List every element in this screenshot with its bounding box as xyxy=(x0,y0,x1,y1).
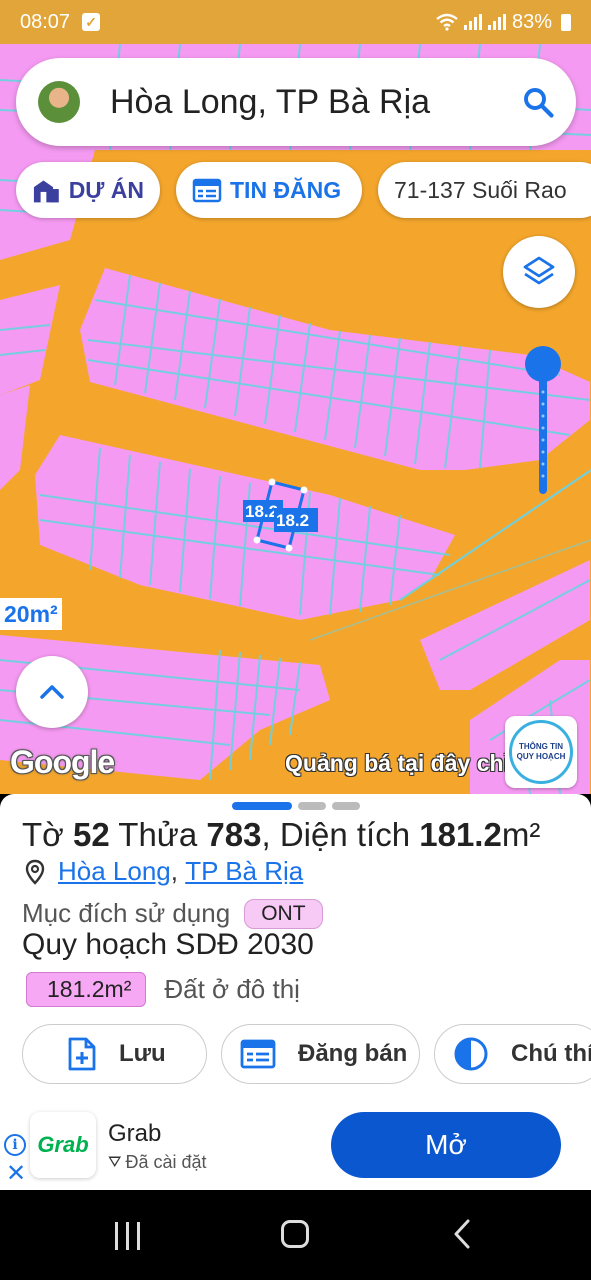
grab-logo[interactable]: Grab xyxy=(30,1112,96,1178)
install-check-icon: ⛛ xyxy=(108,1153,122,1171)
battery-percent: 83% xyxy=(511,10,552,33)
page-dot-3[interactable] xyxy=(332,802,360,810)
listing-icon xyxy=(192,178,222,203)
signal-icon xyxy=(463,14,482,30)
google-logo: Google xyxy=(10,744,115,780)
area-label: Diện tích xyxy=(279,816,411,853)
search-input[interactable]: Hòa Long, TP Bà Rịa xyxy=(110,83,520,122)
planning-map[interactable]: 18.2 18.2 xyxy=(0,44,591,794)
ad-info-icon[interactable]: i xyxy=(4,1134,26,1156)
chip-address[interactable]: 71-137 Suối Rao xyxy=(378,162,591,218)
ad-close-icon[interactable]: ✕ xyxy=(6,1162,26,1186)
system-nav-bar xyxy=(0,1190,591,1280)
ward-link[interactable]: Hòa Long xyxy=(58,856,171,887)
signal-icon-2 xyxy=(487,14,506,30)
ad-installed-label: Đã cài đặt xyxy=(125,1152,207,1172)
ad-banner[interactable]: i ✕ Grab Grab ⛛ Đã cài đặt Mở xyxy=(0,1108,591,1190)
opacity-slider-handle[interactable] xyxy=(525,346,561,382)
post-sale-button[interactable]: Đăng bán xyxy=(221,1024,420,1084)
map-area-label: 20m² xyxy=(0,598,62,630)
listing-icon xyxy=(240,1039,276,1069)
buildings-icon xyxy=(33,180,59,203)
area-unit: m² xyxy=(501,816,541,853)
plan-area-desc: Đất ở đô thị xyxy=(164,974,300,1004)
ad-app-name: Grab xyxy=(108,1120,162,1147)
notification-check-icon: ✓ xyxy=(82,13,101,31)
purpose-label: Mục đích sử dụng xyxy=(22,898,231,928)
wifi-icon xyxy=(436,13,458,31)
badge-line1: THÔNG TIN xyxy=(519,742,563,751)
contrast-icon xyxy=(454,1037,488,1071)
to-number: 52 xyxy=(72,816,110,853)
chip-tin-dang-label: TIN ĐĂNG xyxy=(230,176,342,203)
parcel-title: Tờ 52 Thửa 783, Diện tích 181.2m² xyxy=(22,816,541,853)
plan-area-badge: 181.2m² xyxy=(26,972,147,1007)
planning-info-logo: THÔNG TIN QUY HOẠCH xyxy=(509,720,573,784)
parcel-label-1: 18.2 xyxy=(245,502,278,521)
plan-title: Quy hoạch SDĐ 2030 xyxy=(22,928,314,961)
save-label: Lưu xyxy=(119,1040,166,1067)
chip-address-label: 71-137 Suối Rao xyxy=(394,176,567,203)
page-dot-1[interactable] xyxy=(232,802,292,810)
layers-button[interactable] xyxy=(503,236,575,308)
purpose-code-badge: ONT xyxy=(244,898,323,929)
sheet-page-indicator[interactable] xyxy=(232,802,360,810)
open-app-button[interactable]: Mở xyxy=(331,1112,561,1178)
recents-icon[interactable] xyxy=(115,1222,140,1250)
chip-du-an[interactable]: DỰ ÁN xyxy=(16,162,160,218)
chevron-up-icon xyxy=(40,685,64,699)
thua-number: 783 xyxy=(206,816,262,853)
status-right: 83% xyxy=(436,11,571,34)
chip-tin-dang[interactable]: TIN ĐĂNG xyxy=(176,162,362,218)
avatar[interactable] xyxy=(38,81,80,123)
purpose-row: Mục đích sử dụng ONT xyxy=(22,898,323,929)
location-pin-icon xyxy=(25,859,45,885)
add-document-icon xyxy=(68,1037,96,1071)
post-sale-label: Đăng bán xyxy=(298,1040,408,1067)
badge-line2: QUY HOẠCH xyxy=(516,752,566,761)
home-icon[interactable] xyxy=(281,1220,309,1248)
plan-area-row: 181.2m² Đất ở đô thị xyxy=(26,972,300,1007)
status-time: 08:07 xyxy=(20,10,71,33)
page-dot-2[interactable] xyxy=(298,802,326,810)
parcel-label-2: 18.2 xyxy=(276,511,309,530)
layers-icon xyxy=(523,256,555,285)
thua-label: Thửa xyxy=(118,816,198,853)
legend-button[interactable]: Chú thích xyxy=(434,1024,591,1084)
search-icon[interactable] xyxy=(520,84,556,120)
back-icon[interactable] xyxy=(452,1218,472,1250)
planning-info-badge[interactable]: THÔNG TIN QUY HOẠCH xyxy=(505,716,577,788)
search-bar[interactable]: Hòa Long, TP Bà Rịa xyxy=(16,58,576,146)
chip-du-an-label: DỰ ÁN xyxy=(68,176,144,203)
area-value: 181.2 xyxy=(419,816,502,853)
parcel-info-sheet[interactable]: Tờ 52 Thửa 783, Diện tích 181.2m² Hòa Lo… xyxy=(0,794,591,1108)
map-canvas[interactable]: 18.2 18.2 xyxy=(0,44,591,794)
battery-icon xyxy=(561,13,571,31)
parcel-location: Hòa Long, TP Bà Rịa xyxy=(24,856,303,887)
save-button[interactable]: Lưu xyxy=(22,1024,207,1084)
city-link[interactable]: TP Bà Rịa xyxy=(185,856,303,887)
legend-label: Chú thích xyxy=(511,1040,591,1067)
to-label: Tờ xyxy=(22,816,64,853)
status-bar: 08:07 ✓ 83% xyxy=(0,0,591,44)
expand-up-button[interactable] xyxy=(16,656,88,728)
promo-text[interactable]: Quảng bá tại đây chỉ xyxy=(285,750,510,777)
ad-installed: ⛛ Đã cài đặt xyxy=(108,1152,207,1173)
